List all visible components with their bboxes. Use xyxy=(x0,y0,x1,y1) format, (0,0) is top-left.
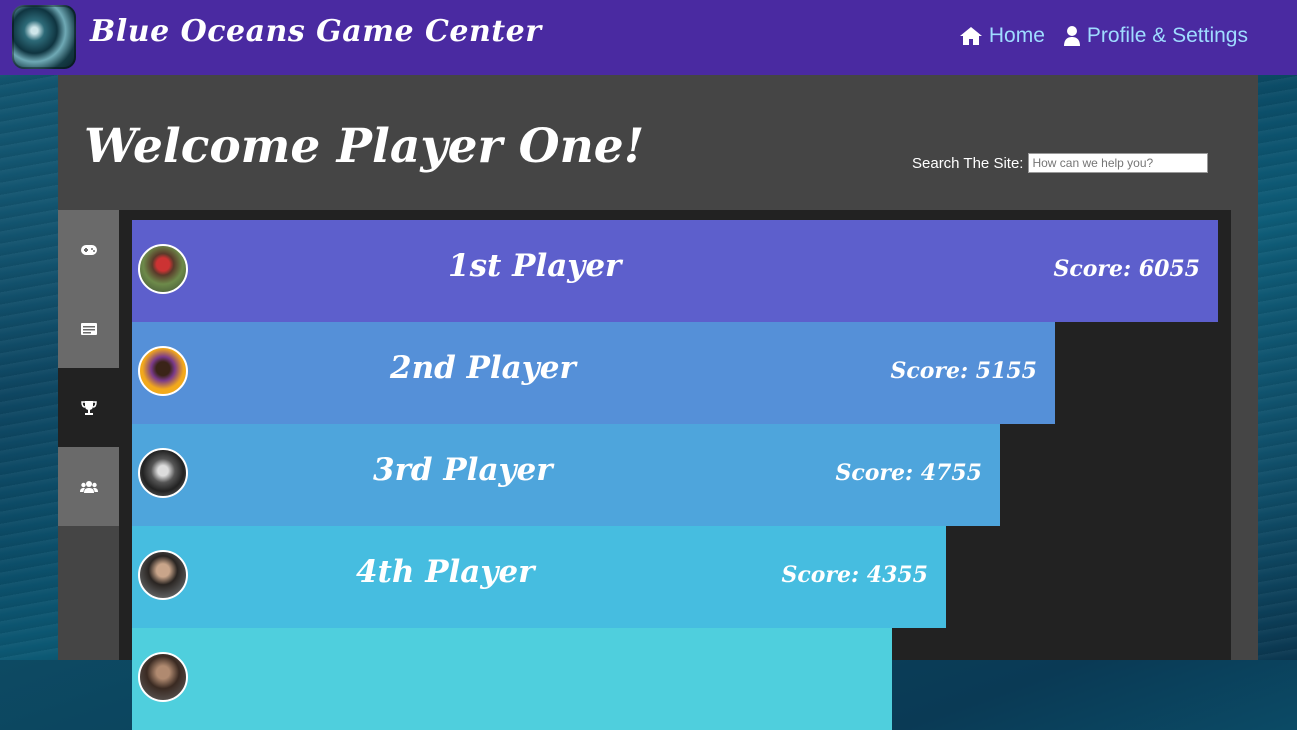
player-name: 3rd Player xyxy=(373,452,553,488)
sidebar-item-games[interactable] xyxy=(58,210,119,289)
leaderboard-row-4[interactable]: 4th Player Score: 4355 xyxy=(132,526,946,628)
main-panel: Welcome Player One! Search The Site: How… xyxy=(58,75,1258,730)
player-name: 2nd Player xyxy=(390,350,576,386)
site-logo[interactable] xyxy=(12,5,76,69)
content-area: 1st Player Score: 6055 2nd Player Score:… xyxy=(58,210,1231,730)
search-input[interactable] xyxy=(1028,153,1209,173)
trophy-icon xyxy=(80,400,97,415)
sidebar-item-news[interactable] xyxy=(58,289,119,368)
avatar xyxy=(138,346,188,396)
sidebar-item-community[interactable] xyxy=(58,447,119,526)
player-score: Score: 6055 xyxy=(1053,256,1200,282)
player-score: Score: 4755 xyxy=(835,460,982,486)
sidebar-item-leaderboard[interactable] xyxy=(58,368,119,447)
avatar xyxy=(138,550,188,600)
user-icon xyxy=(1063,26,1080,46)
avatar xyxy=(138,244,188,294)
leaderboard-row-5[interactable] xyxy=(132,628,892,730)
nav-home-link[interactable]: Home xyxy=(959,24,1045,48)
news-icon xyxy=(80,322,97,335)
player-score: Score: 5155 xyxy=(890,358,1037,384)
nav-home-label: Home xyxy=(988,24,1045,47)
row-bar xyxy=(132,628,892,730)
gamepad-icon xyxy=(80,244,97,255)
main-nav: Home Profile & Settings xyxy=(959,24,1248,48)
sidebar xyxy=(58,210,119,660)
site-title[interactable]: Blue Oceans Game Center xyxy=(90,14,542,49)
nav-profile-label: Profile & Settings xyxy=(1086,24,1248,47)
home-icon xyxy=(959,27,982,45)
leaderboard: 1st Player Score: 6055 2nd Player Score:… xyxy=(132,220,1218,730)
leaderboard-row-1[interactable]: 1st Player Score: 6055 xyxy=(132,220,1218,322)
users-icon xyxy=(79,480,98,493)
player-name: 1st Player xyxy=(448,248,622,284)
leaderboard-row-3[interactable]: 3rd Player Score: 4755 xyxy=(132,424,1000,526)
leaderboard-row-2[interactable]: 2nd Player Score: 5155 xyxy=(132,322,1055,424)
site-search: Search The Site: xyxy=(912,153,1209,173)
player-score: Score: 4355 xyxy=(781,562,928,588)
welcome-heading: Welcome Player One! xyxy=(84,119,645,174)
avatar xyxy=(138,448,188,498)
search-label: Search The Site: xyxy=(912,154,1024,172)
nav-profile-link[interactable]: Profile & Settings xyxy=(1063,24,1248,48)
player-name: 4th Player xyxy=(356,554,535,590)
top-navbar: Blue Oceans Game Center Home Profile & S… xyxy=(0,0,1297,75)
